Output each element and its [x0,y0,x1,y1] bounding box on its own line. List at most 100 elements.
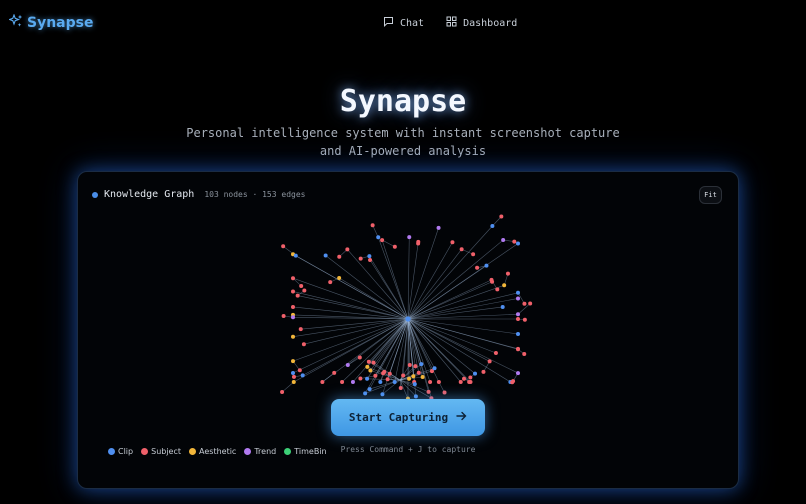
start-capturing-button[interactable]: Start Capturing [331,399,485,436]
graph-node[interactable] [373,373,378,378]
graph-node[interactable] [522,301,527,306]
graph-node[interactable] [280,390,285,395]
graph-node[interactable] [299,283,304,288]
graph-node[interactable] [301,342,306,347]
graph-node[interactable] [297,368,302,373]
graph-node[interactable] [516,312,520,317]
graph-node[interactable] [522,352,527,357]
graph-node[interactable] [490,224,495,229]
graph-node[interactable] [432,366,437,371]
graph-node[interactable] [501,238,506,243]
graph-node[interactable] [522,317,527,322]
graph-node[interactable] [350,380,355,384]
graph-node[interactable] [426,389,431,394]
graph-node[interactable] [385,377,390,382]
graph-node[interactable] [459,247,464,252]
graph-node[interactable] [370,223,375,228]
graph-node[interactable] [487,359,492,364]
graph-node[interactable] [291,334,295,339]
graph-node[interactable] [516,346,520,351]
nav-item-dashboard[interactable]: Dashboard [446,16,517,30]
graph-node[interactable] [376,235,381,240]
graph-node[interactable] [416,370,421,375]
graph-node[interactable] [416,241,421,246]
graph-node[interactable] [378,380,383,384]
graph-node[interactable] [291,370,295,375]
graph-node[interactable] [484,263,489,268]
graph-node[interactable] [471,252,476,257]
graph-node[interactable] [428,380,433,384]
graph-node[interactable] [357,355,362,360]
graph-node[interactable] [516,296,520,301]
graph-node[interactable] [291,315,295,320]
graph-node[interactable] [499,214,504,219]
graph-node[interactable] [323,253,328,258]
graph-node[interactable] [493,351,498,356]
graph-node[interactable] [489,277,494,282]
graph-node[interactable] [407,363,412,368]
graph-node[interactable] [380,238,385,243]
graph-node[interactable] [462,376,467,381]
graph-node[interactable] [380,392,385,397]
graph-node[interactable] [365,364,370,369]
graph-node[interactable] [516,241,520,246]
graph-node[interactable] [475,265,480,270]
graph-node[interactable] [328,280,333,285]
graph-node[interactable] [332,370,337,375]
graph-node[interactable] [473,371,478,376]
graph-node[interactable] [365,376,370,381]
graph-node[interactable] [387,371,392,376]
graph-node[interactable] [358,376,363,381]
graph-node[interactable] [528,301,533,306]
graph-node[interactable] [291,304,295,309]
graph-node[interactable] [413,364,418,369]
graph-node[interactable] [450,240,455,245]
graph-node[interactable] [302,288,307,293]
graph-node[interactable] [481,369,486,374]
graph-hub-node[interactable] [405,316,411,322]
graph-node[interactable] [291,374,296,379]
graph-node[interactable] [468,375,473,380]
graph-node[interactable] [392,244,397,249]
graph-node[interactable] [363,391,368,396]
graph-node[interactable] [345,362,350,367]
brand-logo[interactable]: Synapse [7,13,93,32]
graph-node[interactable] [467,380,472,384]
graph-node[interactable] [291,359,295,364]
graph-node[interactable] [407,235,412,240]
graph-node[interactable] [366,359,371,364]
graph-node[interactable] [368,257,373,262]
graph-node[interactable] [367,387,372,392]
graph-node[interactable] [516,331,520,336]
graph-node[interactable] [320,380,325,384]
nav-item-chat[interactable]: Chat [383,16,424,30]
graph-node[interactable] [495,287,500,292]
graph-node[interactable] [368,368,373,373]
graph-node[interactable] [420,374,425,379]
graph-node[interactable] [371,360,376,365]
graph-node[interactable] [367,254,372,259]
graph-node[interactable] [436,380,441,384]
graph-node[interactable] [398,386,403,391]
graph-node[interactable] [358,256,363,261]
graph-node[interactable] [412,382,417,387]
graph-node[interactable] [281,244,286,249]
graph-node[interactable] [291,276,295,281]
graph-node[interactable] [337,254,342,259]
graph-node[interactable] [381,371,386,376]
fit-button[interactable]: Fit [699,186,722,204]
graph-node[interactable] [512,239,517,244]
graph-node[interactable] [502,283,507,288]
graph-node[interactable] [345,247,350,252]
graph-node[interactable] [295,293,300,298]
graph-node[interactable] [458,380,463,384]
graph-node[interactable] [510,380,515,385]
graph-node[interactable] [413,394,418,399]
graph-node[interactable] [407,376,412,381]
graph-node[interactable] [291,380,296,384]
graph-node[interactable] [298,327,303,332]
graph-canvas[interactable] [78,172,738,488]
graph-node[interactable] [516,317,520,322]
graph-node[interactable] [337,275,342,280]
graph-node[interactable] [401,373,406,378]
